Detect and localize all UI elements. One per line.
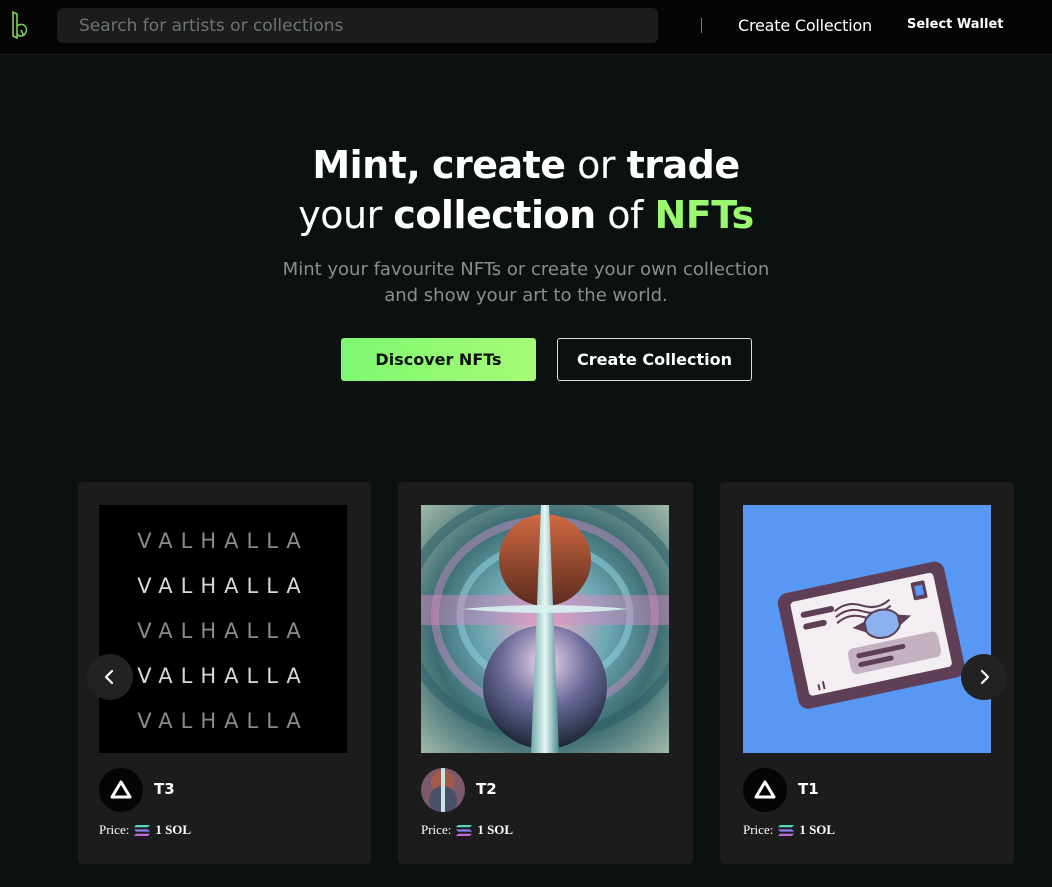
art-text-row: VALHALLA bbox=[137, 709, 309, 733]
art-text-row: VALHALLA bbox=[137, 574, 309, 598]
hero-word-mint: Mint, bbox=[312, 143, 421, 187]
price-label: Price: bbox=[743, 822, 774, 837]
create-collection-button[interactable]: Create Collection bbox=[557, 338, 752, 381]
search-input[interactable] bbox=[57, 8, 658, 43]
price-label: Price: bbox=[99, 822, 130, 837]
nft-card-t2[interactable]: T2 Price: 1 SOL bbox=[398, 482, 693, 864]
solana-icon bbox=[456, 824, 473, 836]
nft-name[interactable]: T1 bbox=[798, 780, 819, 798]
hero-title-line-2: your collection of NFTs bbox=[0, 193, 1052, 237]
art-text-row: VALHALLA bbox=[137, 619, 309, 643]
nft-artwork-airmail[interactable] bbox=[743, 505, 991, 753]
price-value: 1 SOL bbox=[799, 822, 836, 837]
price-value: 1 SOL bbox=[477, 822, 514, 837]
discover-nfts-button[interactable]: Discover NFTs bbox=[341, 338, 536, 381]
abstract-art-avatar bbox=[421, 768, 465, 812]
creator-avatar[interactable] bbox=[421, 768, 465, 812]
hero-word-your: your bbox=[298, 193, 382, 237]
nft-artwork-valhalla[interactable]: VALHALLA VALHALLA VALHALLA VALHALLA VALH… bbox=[99, 505, 347, 753]
price-row: Price: 1 SOL bbox=[743, 822, 835, 838]
hero-word-of: of bbox=[607, 193, 643, 237]
airmail-envelope-illustration bbox=[777, 561, 965, 709]
hero-word-or: or bbox=[577, 143, 616, 187]
chevron-left-icon bbox=[104, 669, 114, 685]
hero-word-trade: trade bbox=[626, 143, 741, 187]
carousel-prev-button[interactable] bbox=[87, 654, 133, 700]
abstract-art-image bbox=[421, 505, 669, 753]
hero-subtitle-line-2: and show your art to the world. bbox=[384, 285, 668, 306]
creator-avatar[interactable] bbox=[743, 768, 787, 812]
hero-word-nfts: NFTs bbox=[654, 193, 754, 237]
hero-subtitle-line-1: Mint your favourite NFTs or create your … bbox=[282, 259, 770, 280]
price-row: Price: 1 SOL bbox=[421, 822, 513, 838]
art-text-row: VALHALLA bbox=[137, 664, 309, 688]
nav-create-collection-link[interactable]: Create Collection bbox=[738, 16, 872, 35]
carousel-next-button[interactable] bbox=[961, 654, 1007, 700]
nft-artwork-abstract[interactable] bbox=[421, 505, 669, 753]
solana-icon bbox=[778, 824, 795, 836]
nft-name[interactable]: T3 bbox=[154, 780, 175, 798]
top-navbar: Create Collection Select Wallet bbox=[0, 0, 1052, 55]
triangle-logo-icon bbox=[754, 780, 776, 799]
price-label: Price: bbox=[421, 822, 452, 837]
art-text-row: VALHALLA bbox=[137, 529, 309, 553]
hero-word-collection: collection bbox=[393, 193, 596, 237]
logo-icon[interactable] bbox=[10, 10, 32, 40]
hero-word-create: create bbox=[431, 143, 566, 187]
solana-icon bbox=[134, 824, 151, 836]
price-value: 1 SOL bbox=[155, 822, 192, 837]
nft-name[interactable]: T2 bbox=[476, 780, 497, 798]
triangle-logo-icon bbox=[110, 780, 132, 799]
hero-title-line-1: Mint, create or trade bbox=[0, 143, 1052, 187]
chevron-right-icon bbox=[980, 669, 990, 685]
select-wallet-button[interactable]: Select Wallet bbox=[907, 17, 1004, 32]
nav-divider bbox=[701, 18, 702, 33]
creator-avatar[interactable] bbox=[99, 768, 143, 812]
price-row: Price: 1 SOL bbox=[99, 822, 191, 838]
